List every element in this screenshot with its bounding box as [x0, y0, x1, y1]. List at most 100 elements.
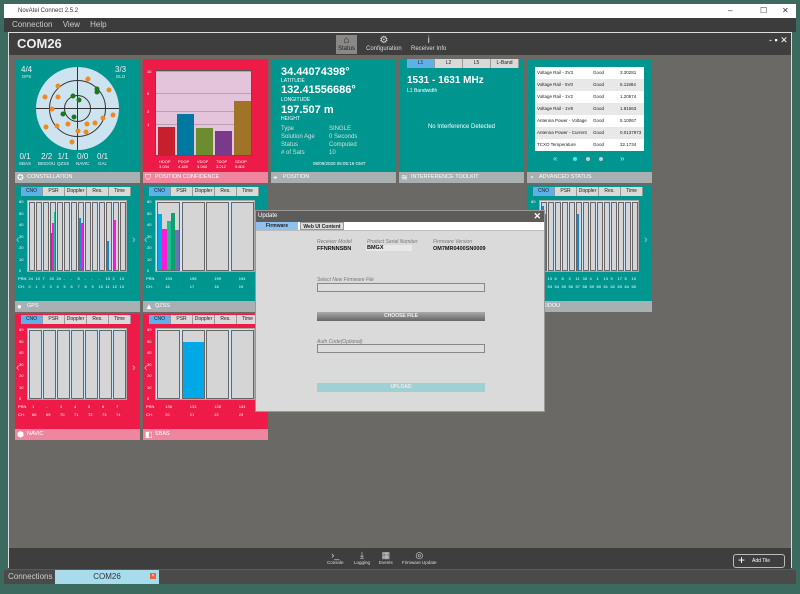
tab-psr[interactable]: PSR [171, 315, 193, 324]
tab-res[interactable]: Res. [599, 187, 621, 196]
add-tile-button[interactable]: + Add Tile [733, 554, 785, 568]
prev-arrow-icon[interactable]: ‹ [16, 362, 20, 374]
tile-title: INTERFERENCE TOOLKIT [411, 174, 479, 180]
page-dot[interactable] [586, 157, 590, 161]
next-page-icon[interactable]: » [620, 154, 624, 163]
satellite-marker[interactable] [42, 94, 48, 100]
satellite-marker[interactable] [55, 83, 61, 89]
satellite-marker[interactable] [75, 128, 80, 134]
close-tab-icon[interactable]: × [150, 573, 156, 579]
status-row: Voltage Rail - 1V8 Good 1.81563 [535, 103, 644, 115]
tab-cno[interactable]: CNO [533, 187, 555, 196]
tab-time[interactable]: Time [109, 315, 131, 324]
tab-psr[interactable]: PSR [43, 187, 65, 196]
satellite-marker[interactable] [43, 124, 49, 130]
maximize-button[interactable]: ☐ [760, 4, 767, 18]
page-dot[interactable] [599, 157, 603, 161]
position-tile[interactable]: 34.44074398° LATITUDE 132.41556686° LONG… [271, 59, 396, 172]
satellite-marker[interactable] [100, 115, 106, 121]
tab-cno[interactable]: CNO [21, 315, 43, 324]
tab-doppler[interactable]: Doppler [65, 315, 87, 324]
tab-time[interactable]: Time [621, 187, 643, 196]
choose-file-button[interactable]: CHOOSE FILE [317, 312, 485, 321]
satellite-marker[interactable] [54, 123, 60, 129]
update-dialog[interactable]: Update ✕ Firmware Web UI Content Receiver… [255, 210, 545, 412]
firmware-file-input[interactable] [317, 283, 485, 292]
position-confidence-tile[interactable]: 10 5 3 1 HDOP 3.034 PDOP 4.480 VDOP 3.040 TDOP 3.21… [143, 59, 268, 172]
satellite-marker[interactable] [49, 106, 55, 111]
menu-help[interactable]: Help [90, 20, 106, 29]
tab-res[interactable]: Res. [87, 187, 109, 196]
tab-status[interactable]: ⌂ Status [336, 35, 358, 54]
satellite-marker[interactable] [106, 87, 112, 93]
menu-view[interactable]: View [63, 20, 80, 29]
tab-cno[interactable]: CNO [149, 187, 171, 196]
tab-res[interactable]: Res. [215, 315, 237, 324]
next-arrow-icon[interactable]: › [644, 234, 648, 246]
prev-page-icon[interactable]: « [553, 154, 557, 163]
tracker-tile-beidou[interactable]: CNOPSRDopplerRes.Time3521353654855356115… [527, 186, 652, 301]
satellite-marker[interactable] [76, 97, 82, 103]
panel-window-controls[interactable]: - ▪ ✕ [769, 35, 788, 46]
satellite-marker[interactable] [70, 93, 76, 99]
interference-tile[interactable]: L1 L2 L5 L-Band 1531 - 1631 MHz L1 Bandwidt… [399, 59, 524, 172]
tab-time[interactable]: Time [109, 187, 131, 196]
prev-arrow-icon[interactable]: ‹ [144, 234, 148, 246]
satellite-marker[interactable] [55, 94, 61, 100]
satellite-marker[interactable] [60, 111, 66, 117]
band-tab-l2[interactable]: L2 [435, 59, 463, 68]
connection-tab-com26[interactable]: COM26 × [55, 570, 159, 584]
tab-cno[interactable]: CNO [149, 315, 171, 324]
satellite-marker[interactable] [69, 139, 75, 145]
tab-psr[interactable]: PSR [171, 187, 193, 196]
satellite-marker[interactable] [83, 129, 89, 135]
tab-doppler[interactable]: Doppler [65, 187, 87, 196]
prev-arrow-icon[interactable]: ‹ [144, 362, 148, 374]
dialog-close-icon[interactable]: ✕ [533, 211, 541, 222]
satellite-marker[interactable] [71, 114, 77, 120]
console-button[interactable]: ›_ Console [327, 550, 344, 565]
tab-cno[interactable]: CNO [21, 187, 43, 196]
next-arrow-icon[interactable]: › [132, 234, 136, 246]
band-tab-l-band[interactable]: L-Band [491, 59, 519, 68]
tracker-tile-gps[interactable]: CNO PSR Doppler Res. Time 24 0 10 1 7 2 20 3 24 4-5-6 5… [15, 186, 140, 301]
page-dot-active[interactable] [573, 157, 577, 161]
satellite-marker[interactable] [84, 121, 90, 127]
tab-receiver-info[interactable]: i Receiver Info [409, 35, 448, 54]
band-tab-l5[interactable]: L5 [463, 59, 491, 68]
next-arrow-icon[interactable]: › [132, 362, 136, 374]
satellite-marker[interactable] [110, 112, 116, 118]
tab-time[interactable]: Time [237, 187, 259, 196]
close-button[interactable]: ✕ [782, 4, 789, 18]
tab-psr[interactable]: PSR [555, 187, 577, 196]
tab-res[interactable]: Res. [87, 315, 109, 324]
firmware-button[interactable]: ◎ Firmware Update [402, 550, 437, 565]
band-tab-l1[interactable]: L1 [407, 59, 435, 68]
tracker-tile-sbas[interactable]: CNO PSR Doppler Res. Time 136 20 133 21 135 22 134 2… [143, 314, 268, 429]
satellite-marker[interactable] [65, 121, 71, 127]
tab-configuration[interactable]: ⚙ Configuration [364, 35, 404, 54]
tracker-tile-navic[interactable]: CNO PSR Doppler Res. Time 1 68-69 3 70 4 71 5 72 6 73 7… [15, 314, 140, 429]
satellite-marker[interactable] [85, 76, 91, 82]
tab-doppler[interactable]: Doppler [577, 187, 599, 196]
tab-psr[interactable]: PSR [43, 315, 65, 324]
tab-doppler[interactable]: Doppler [193, 315, 215, 324]
satellite-marker[interactable] [94, 89, 100, 95]
tab-web-ui-content[interactable]: Web UI Content [300, 222, 344, 230]
tab-firmware[interactable]: Firmware [256, 222, 298, 230]
tracker-tile-qzss[interactable]: CNO PSR Doppler Res. Time 193 16 195 17 199 18 194 1… [143, 186, 268, 301]
upload-button[interactable]: UPLOAD [317, 383, 485, 392]
constellation-count-gps: 4/4 GPS [21, 65, 32, 79]
auth-code-input[interactable] [317, 344, 485, 353]
advanced-status-tile[interactable]: Voltage Rail - 3V3 Good 3.30281 Voltage Rai… [527, 59, 652, 172]
download-button[interactable]: ⤓ Logging [354, 550, 370, 565]
constellation-tile[interactable]: 4/4 GPS 3/3 GLO 0/1 SBAS 2/2 BEIDOU 1/1 QZSS 0/0 NA… [15, 59, 140, 172]
menu-connection[interactable]: Connection [12, 20, 52, 29]
tab-res[interactable]: Res. [215, 187, 237, 196]
minimize-button[interactable]: – [728, 4, 732, 18]
tab-doppler[interactable]: Doppler [193, 187, 215, 196]
satellite-marker[interactable] [92, 120, 98, 126]
prev-arrow-icon[interactable]: ‹ [16, 234, 20, 246]
cno-bar [114, 219, 116, 270]
calendar-button[interactable]: ▦ Events [379, 550, 393, 565]
